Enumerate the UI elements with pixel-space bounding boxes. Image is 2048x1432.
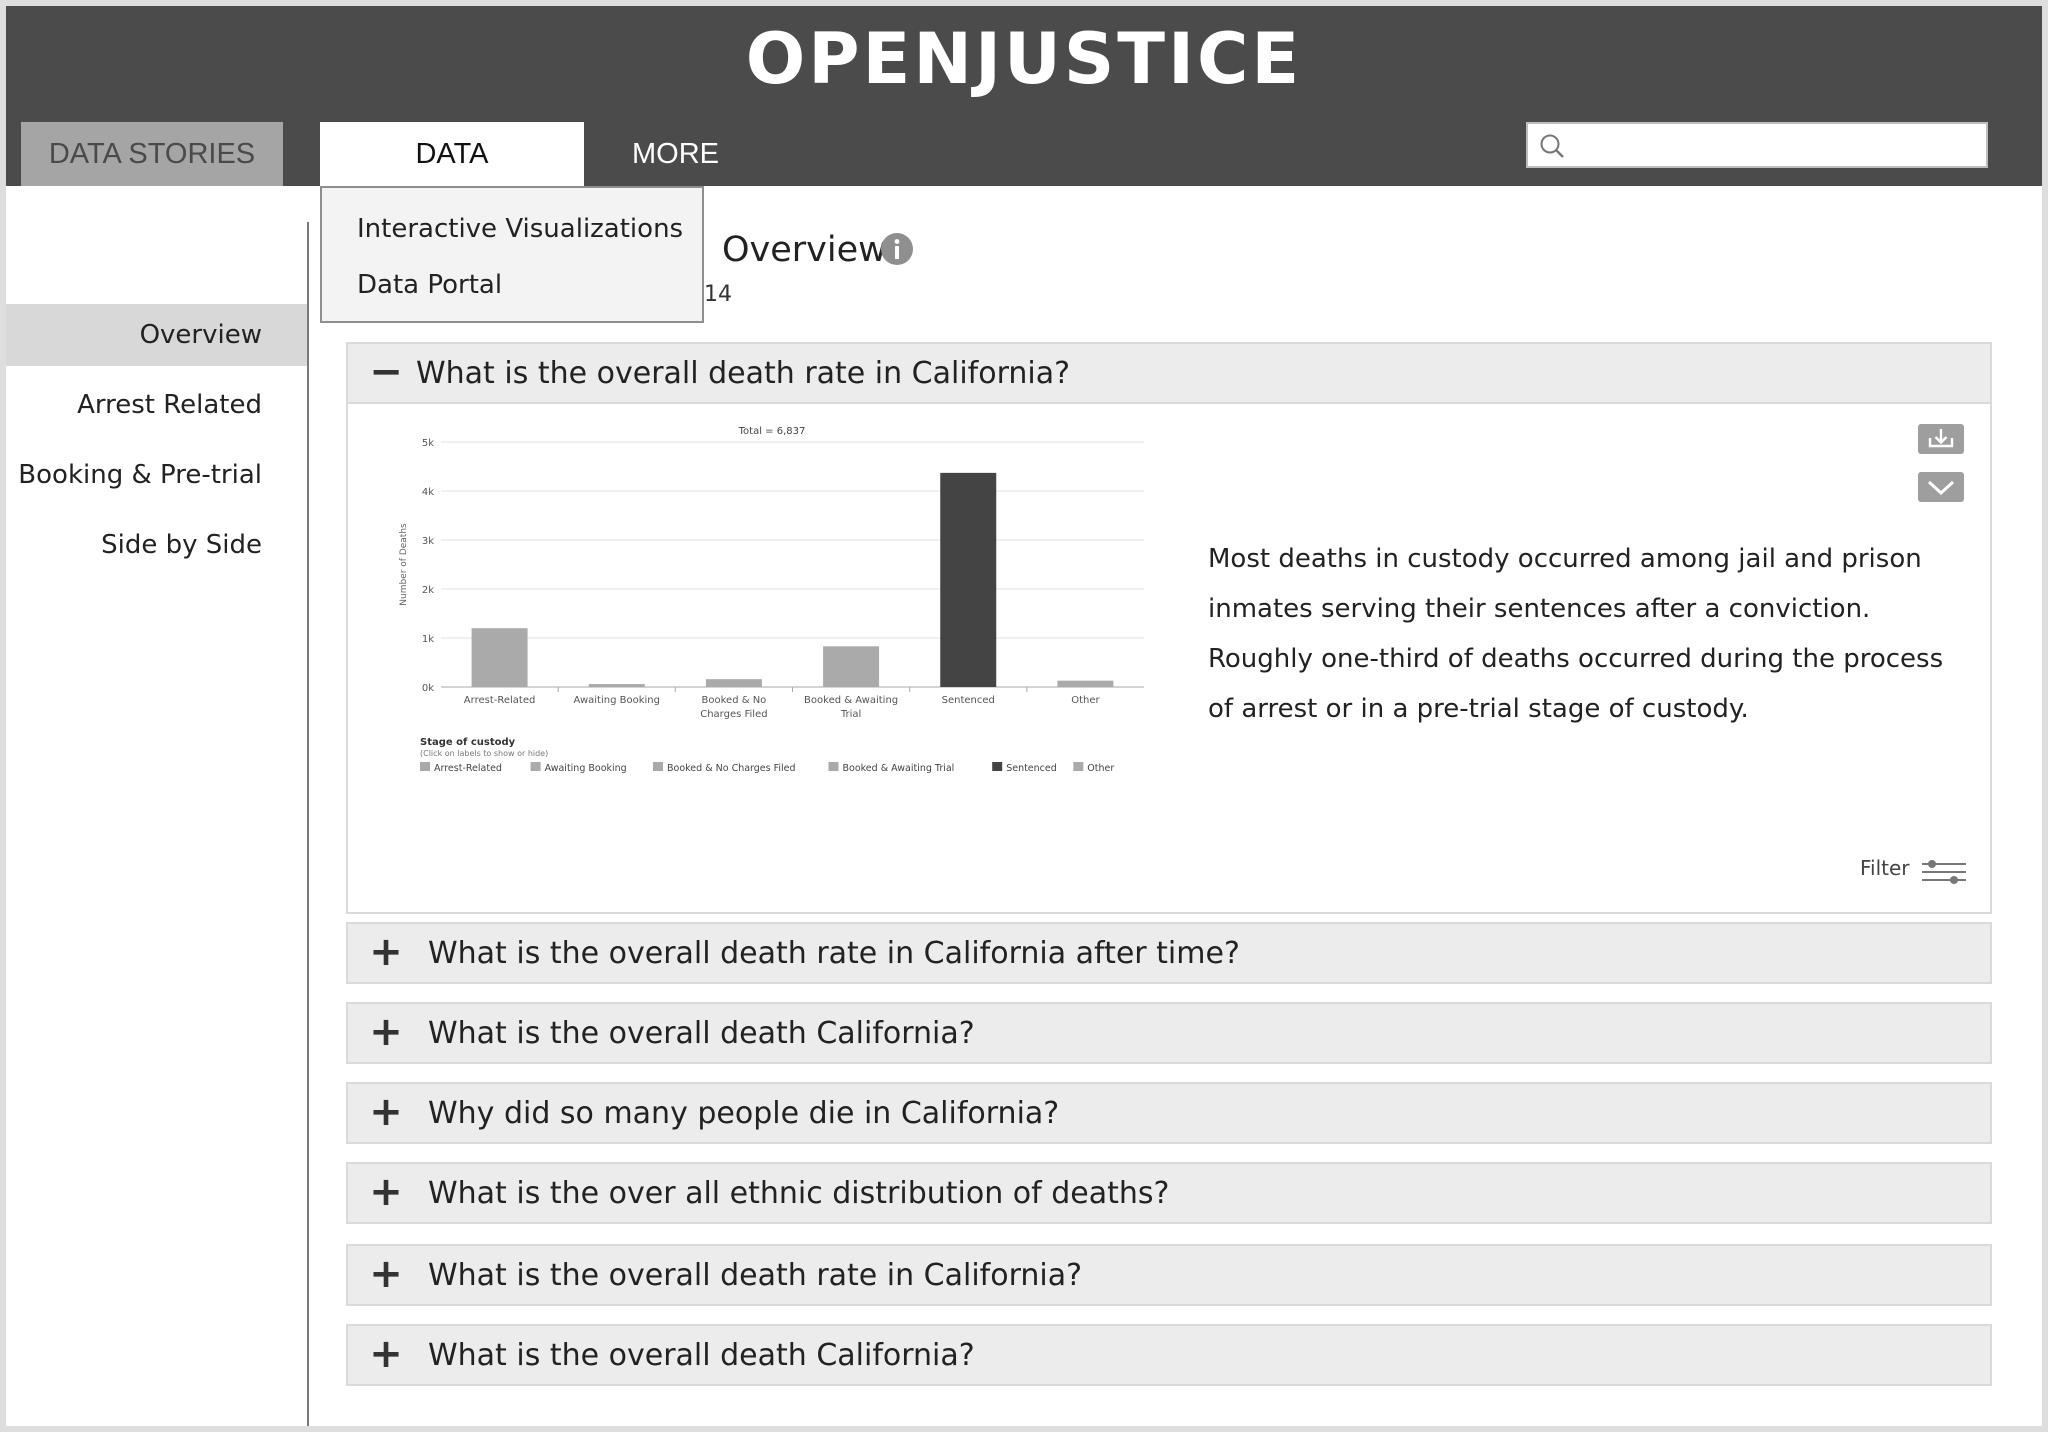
accordion-question: What is the overall death rate in Califo… [428, 936, 1240, 971]
accordion-item: − What is the overall death rate in Cali… [346, 342, 1992, 914]
site-header: OPENJUSTICE DATA STORIES DATA EXPLORATIO… [6, 6, 2042, 234]
accordion-item: + What is the overall death California? [346, 1002, 1992, 1064]
plus-icon: + [369, 1331, 403, 1377]
legend-item: Sentenced [1006, 763, 1057, 774]
x-tick-label: Arrest-Related [464, 695, 536, 706]
bar [1057, 680, 1114, 687]
app-frame: OPENJUSTICE DATA STORIES DATA EXPLORATIO… [6, 6, 2042, 1426]
x-tick-label: Sentenced [942, 695, 995, 706]
bar [705, 679, 762, 687]
accordion-item: + Why did so many people die in Californ… [346, 1082, 1992, 1144]
sidebar-item-booking-pre-trial[interactable]: Booking & Pre-trial [6, 444, 307, 506]
accordion-question: What is the overall death rate in Califo… [416, 356, 1071, 391]
legend-item: Booked & No Charges Filed [667, 763, 796, 774]
x-tick-label: Awaiting Booking [574, 695, 660, 706]
site-logo[interactable]: OPENJUSTICE [6, 18, 2042, 100]
legend-item: Arrest-Related [434, 763, 502, 774]
chevron-down-icon[interactable] [1918, 472, 1964, 502]
minus-icon: − [369, 349, 403, 395]
legend-swatch [653, 762, 663, 771]
sidebar-item-arrest-related[interactable]: Arrest Related [6, 374, 307, 436]
accordion-header[interactable]: + What is the overall death California? [348, 1004, 1990, 1064]
legend-item: Booked & Awaiting Trial [843, 763, 955, 774]
search-box [1526, 122, 1988, 168]
accordion-question: What is the overall death California? [428, 1338, 975, 1373]
accordion-item: + What is the over all ethnic distributi… [346, 1162, 1992, 1224]
x-tick-label: Booked & No [702, 695, 767, 706]
sidebar-item-side-by-side[interactable]: Side by Side [6, 514, 307, 576]
x-tick-label: Other [1071, 695, 1100, 706]
sidebar-item-overview[interactable]: Overview [6, 304, 307, 366]
accordion-question: What is the overall death rate in Califo… [428, 1258, 1083, 1293]
filter-sliders-icon[interactable] [1922, 860, 1966, 884]
legend-item: Other [1087, 763, 1114, 774]
bar [940, 472, 997, 687]
legend-swatch [530, 762, 541, 771]
accordion-question: Why did so many people die in California… [428, 1096, 1060, 1131]
bar [588, 684, 645, 687]
dropdown-item-interactive-visualizations[interactable]: Interactive Visualizations [357, 214, 683, 244]
data-exploration-dropdown: Interactive Visualizations Data Portal [320, 186, 704, 323]
info-icon[interactable] [880, 232, 914, 266]
legend-item: Awaiting Booking [545, 763, 627, 774]
y-tick-label: 5k [422, 438, 434, 449]
accordion-header[interactable]: + What is the over all ethnic distributi… [348, 1164, 1990, 1224]
bar [823, 646, 880, 687]
sidebar-divider [307, 222, 309, 1426]
plus-icon: + [369, 1251, 403, 1297]
nav-tab-data-exploration[interactable]: DATA EXPLORATION [320, 122, 584, 234]
legend-swatch [420, 762, 430, 771]
x-tick-label: Booked & Awaiting [804, 695, 898, 706]
chart-title: Total = 6,837 [738, 426, 806, 437]
legend-hint: (Click on labels to show or hide) [420, 749, 548, 758]
plus-icon: + [369, 1169, 403, 1215]
accordion-header[interactable]: + What is the overall death rate in Cali… [348, 924, 1990, 984]
legend-swatch [1073, 762, 1084, 771]
search-icon[interactable] [1538, 132, 1566, 160]
search-input[interactable] [1572, 128, 1972, 162]
accordion-header[interactable]: + What is the overall death rate in Cali… [348, 1246, 1990, 1306]
legend-swatch [828, 762, 839, 771]
deaths-by-stage-chart: Total = 6,837 0k 1k 2k 3k 4k 5k Number of Death… [399, 426, 1144, 774]
nav-tab-data-stories[interactable]: DATA STORIES [21, 122, 283, 186]
y-tick-label: 4k [422, 487, 434, 498]
accordion-question: What is the overall death California? [428, 1016, 975, 1051]
y-tick-label: 2k [422, 585, 434, 596]
plus-icon: + [369, 929, 403, 975]
y-tick-label: 3k [422, 536, 434, 547]
accordion-header[interactable]: − What is the overall death rate in Cali… [348, 344, 1990, 404]
accordion-item: + What is the overall death rate in Cali… [346, 922, 1992, 984]
dropdown-item-data-portal[interactable]: Data Portal [357, 270, 502, 300]
accordion-question: What is the over all ethnic distribution… [428, 1176, 1170, 1211]
legend-swatch [992, 762, 1003, 771]
chart-description: Most deaths in custody occurred among ja… [1208, 544, 1944, 724]
accordion-header[interactable]: + What is the overall death California? [348, 1326, 1990, 1386]
plus-icon: + [369, 1009, 403, 1055]
accordion-item: + What is the overall death rate in Cali… [346, 1244, 1992, 1306]
filter-label[interactable]: Filter [1860, 856, 1910, 880]
y-tick-label: 0k [422, 683, 434, 694]
y-axis-label: Number of Deaths [399, 523, 409, 606]
plus-icon: + [369, 1089, 403, 1135]
download-icon[interactable] [1918, 424, 1964, 454]
accordion-item: + What is the overall death California? [346, 1324, 1992, 1386]
page-title: Overview [722, 230, 887, 270]
nav-tab-more-resources[interactable]: MORE RESOURCES [626, 122, 906, 234]
x-tick-label: Charges Filed [700, 709, 767, 720]
accordion-header[interactable]: + Why did so many people die in Californ… [348, 1084, 1990, 1144]
y-tick-label: 1k [422, 634, 434, 645]
page-subtitle: 14 [704, 282, 732, 307]
bar [471, 628, 528, 687]
x-tick-label: Trial [840, 709, 861, 720]
legend-title: Stage of custody [420, 737, 516, 748]
